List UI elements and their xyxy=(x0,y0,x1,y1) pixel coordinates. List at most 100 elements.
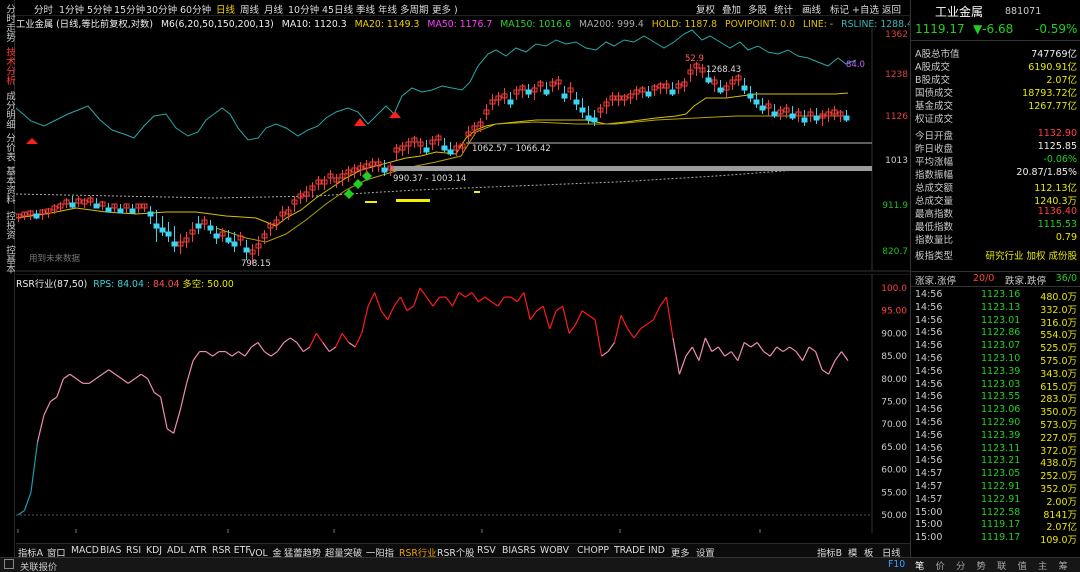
rsr-indicator-chart[interactable]: 100.0 95.00 90.00 85.00 80.00 75.00 70.00 65.00… xyxy=(16,274,910,533)
rsr-segment xyxy=(63,373,71,380)
indicator-tab[interactable]: WOBV xyxy=(540,545,569,556)
panel-tab[interactable]: 值 xyxy=(1018,558,1027,572)
tick-row: 14:57 1123.05 252.0万 xyxy=(915,468,1077,482)
quote-key: A股成交 xyxy=(915,62,950,73)
tick-time: 14:56 xyxy=(915,340,943,352)
candle-body xyxy=(129,208,136,214)
quote-key: 最低指数 xyxy=(915,222,954,233)
ma-line xyxy=(215,115,848,243)
updown-row: 涨家.涨停 20/0 跌家.跌停 36/0 xyxy=(915,273,1077,287)
linked-quote-button[interactable]: 关联报价 xyxy=(20,559,57,572)
indicator-tab[interactable]: BIAS xyxy=(100,545,121,556)
tick-row: 14:56 1123.01 316.0万 xyxy=(915,314,1077,329)
panel-tab[interactable]: 笔 xyxy=(915,558,924,572)
period-tab[interactable]: 45日线 xyxy=(322,2,353,16)
period-tab[interactable]: 分时 xyxy=(34,2,53,16)
period-tab[interactable]: 月线 xyxy=(264,2,283,16)
indicator-tab[interactable]: TRADE xyxy=(614,545,645,556)
candle-body xyxy=(543,89,550,95)
rsr-segment xyxy=(497,296,505,307)
rsr-segment xyxy=(465,292,473,298)
tick-time: 15:00 xyxy=(915,532,943,544)
left-tab[interactable]: 成分明细 xyxy=(0,90,15,130)
candle-body xyxy=(747,93,754,99)
panel-tab[interactable]: 分 xyxy=(956,558,965,572)
toolbar-button[interactable]: 返回 xyxy=(882,2,901,16)
candle-body xyxy=(33,213,40,219)
left-tab[interactable]: 分时走势 xyxy=(0,2,15,44)
indicator-tab[interactable]: IND xyxy=(648,545,665,556)
candle-body xyxy=(645,91,652,97)
signal-diamond-icon xyxy=(353,179,363,189)
indicator-tab[interactable]: KDJ xyxy=(146,545,162,556)
gap-mark xyxy=(396,199,430,202)
toolbar-button[interactable]: 统计 xyxy=(774,2,793,16)
left-tab[interactable]: 控投资 xyxy=(0,208,15,242)
toolbar-button[interactable]: 标记 xyxy=(830,2,849,16)
f10-button[interactable]: F10 xyxy=(888,559,905,570)
indicator-tab[interactable]: CHOPP xyxy=(577,545,609,556)
rsr-title[interactable]: RSR行业(87,50) xyxy=(16,279,87,290)
rsr-segment xyxy=(704,337,713,352)
period-tab[interactable]: 周线 xyxy=(240,2,259,16)
rsr-segment xyxy=(296,342,304,352)
tick-time: 14:56 xyxy=(915,289,943,300)
toolbar-button[interactable]: 叠加 xyxy=(722,2,741,16)
panel-tab[interactable]: 价 xyxy=(936,558,945,572)
rsr-segment xyxy=(43,401,51,416)
period-tab[interactable]: 15分钟 xyxy=(114,2,145,16)
quote-row: 总成交额 112.13亿 xyxy=(915,180,1077,194)
indicator-tab[interactable]: RSV xyxy=(477,545,496,556)
left-tab[interactable]: 分价表 xyxy=(0,132,15,162)
period-tab[interactable]: 多周期 xyxy=(400,2,429,16)
rsr-segment xyxy=(471,292,479,302)
period-tab[interactable]: 10分钟 xyxy=(288,2,319,16)
gap-mark xyxy=(365,201,377,203)
left-tab[interactable]: 基本资料 xyxy=(0,164,15,206)
tick-time: 14:56 xyxy=(915,314,943,326)
panel-tab[interactable]: 势 xyxy=(977,558,986,572)
indicator-tab[interactable]: ATR xyxy=(189,545,207,556)
panel-tabs: 笔价分势联值主筹 xyxy=(911,557,1080,572)
period-tab[interactable]: 60分钟 xyxy=(180,2,211,16)
period-tab[interactable]: 季线 xyxy=(356,2,375,16)
indicator-tab[interactable]: BIASRS xyxy=(502,545,536,556)
rsr-segment xyxy=(730,351,739,361)
period-tab[interactable]: 更多 ) xyxy=(432,2,458,16)
tick-price: 1122.91 xyxy=(981,493,1021,505)
period-tab[interactable]: 30分钟 xyxy=(146,2,177,16)
panel-tab[interactable]: 联 xyxy=(997,558,1006,572)
indicator-tab[interactable]: RSR ETF xyxy=(212,545,251,556)
rsr-segment xyxy=(601,351,609,357)
panel-tab[interactable]: 筹 xyxy=(1059,558,1068,572)
indicator-tab[interactable]: ADL xyxy=(167,545,186,556)
up-label: 涨家.涨停 xyxy=(915,276,957,287)
left-tab[interactable]: 技术分析 xyxy=(0,44,15,88)
rsr-segment xyxy=(549,310,557,330)
rsr-segment xyxy=(581,310,589,316)
toolbar-button[interactable]: 多股 xyxy=(748,2,767,16)
rsr-segment xyxy=(153,391,162,398)
indicator-tab[interactable]: MACD xyxy=(71,545,99,556)
candle-body xyxy=(207,225,214,231)
rsr-segment xyxy=(698,337,706,361)
toolbar-button[interactable]: 复权 xyxy=(696,2,715,16)
rsr-segment xyxy=(127,378,136,384)
indicator-tab[interactable]: RSI xyxy=(126,545,141,556)
quote-row: 今日开盘 1132.90 xyxy=(915,128,1077,142)
left-tab[interactable]: 控基本 xyxy=(0,244,15,274)
period-tab[interactable]: 日线 xyxy=(216,2,235,16)
quote-value: 1132.90 xyxy=(1037,128,1077,139)
toolbar-button[interactable]: 画线 xyxy=(802,2,821,16)
rsr-segment xyxy=(257,342,265,352)
period-tab[interactable]: 年线 xyxy=(378,2,397,16)
rsr-segment xyxy=(756,342,765,352)
rsr-segment xyxy=(387,305,395,321)
link-icon[interactable] xyxy=(4,559,14,569)
period-tab[interactable]: 5分钟 xyxy=(87,2,112,16)
period-tab[interactable]: 1分钟 xyxy=(59,2,84,16)
panel-tab[interactable]: 主 xyxy=(1038,558,1047,572)
tick-time: 14:56 xyxy=(915,301,943,313)
toolbar-button[interactable]: +自选 xyxy=(852,2,879,16)
candlestick-chart[interactable]: 1362 1238 1126 1013 911.9 820.7 52.9 126… xyxy=(16,28,910,272)
